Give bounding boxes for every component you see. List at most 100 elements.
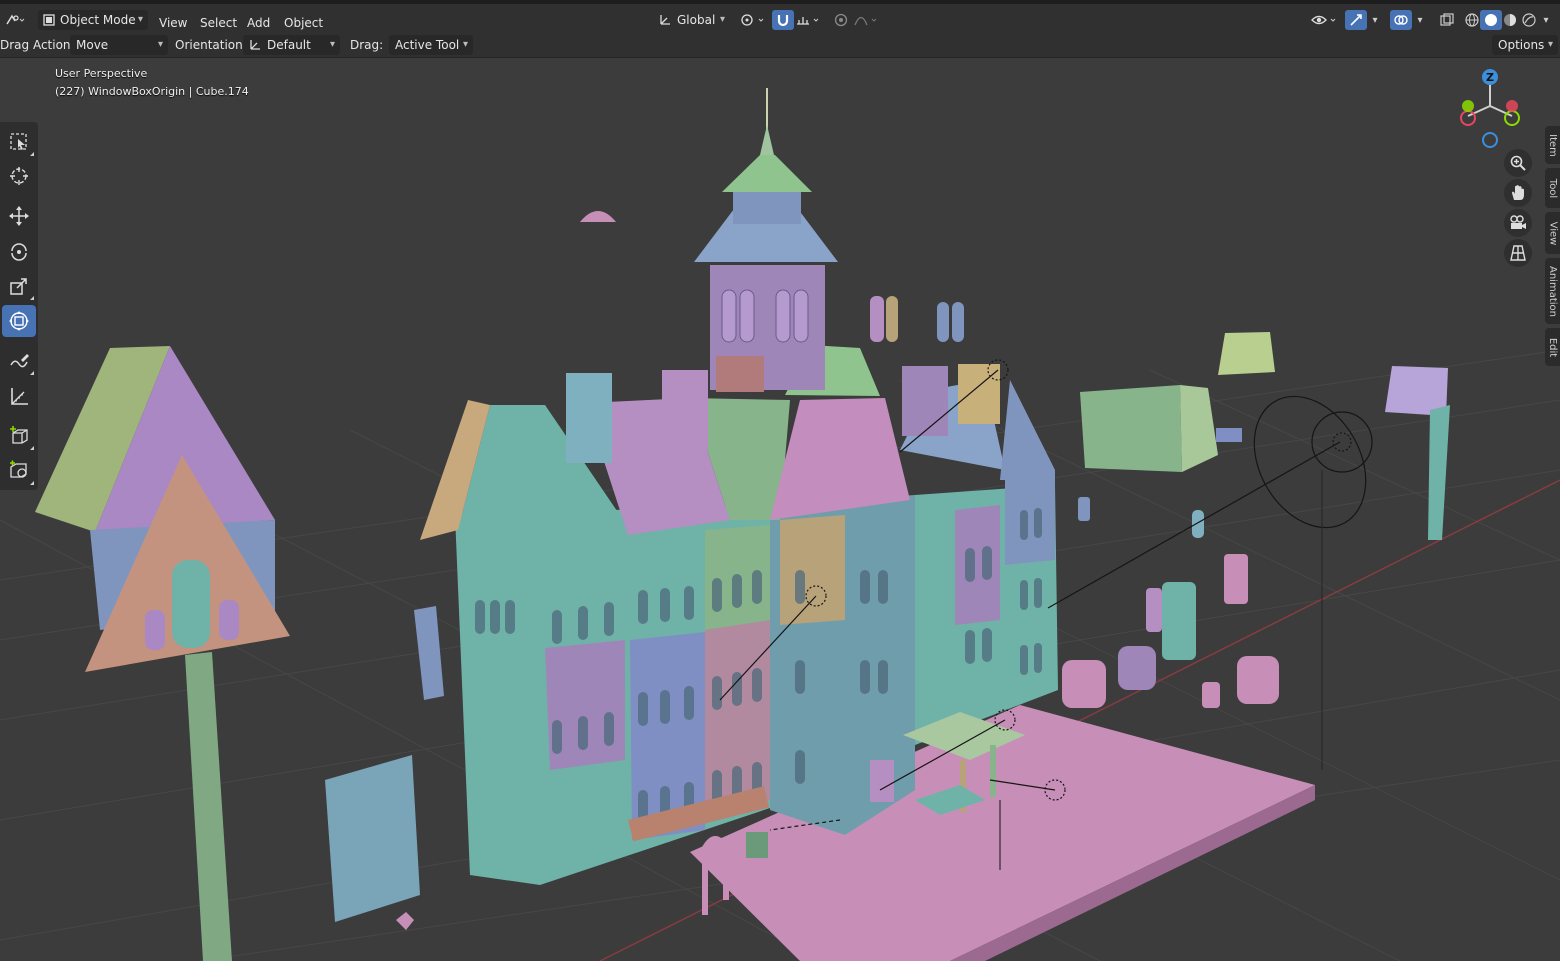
tool-add-object[interactable]: [2, 455, 36, 487]
rendered-sphere-icon: [1522, 13, 1536, 27]
xray-toggle-button[interactable]: [1436, 10, 1458, 30]
tab-edit-label: Edit: [1547, 337, 1558, 357]
falloff-curve-icon: [854, 16, 877, 26]
prop-green-panel: [1218, 332, 1275, 375]
tool-shelf: [0, 122, 38, 490]
zoom-icon: [1510, 155, 1526, 171]
porch-column: [990, 745, 996, 797]
tower-spire-tip: [760, 125, 774, 155]
grid-perspective-icon: [1510, 245, 1526, 261]
rotate-icon: [11, 243, 27, 261]
tool-move[interactable]: [2, 200, 36, 232]
gizmo-icon: [1350, 14, 1362, 26]
orientation-value: Default: [267, 38, 311, 52]
prop-tomb: [1162, 582, 1196, 660]
menu-view[interactable]: View: [159, 15, 187, 31]
menu-object[interactable]: Object: [284, 15, 323, 31]
falloff-button[interactable]: [852, 10, 882, 30]
add-cube-icon: [10, 426, 28, 444]
magnet-icon: [777, 15, 789, 27]
prop-tomb: [1062, 660, 1106, 708]
editor-type-button[interactable]: [4, 10, 26, 30]
options-dropdown[interactable]: Options ▾: [1492, 35, 1558, 55]
prop-tomb: [1192, 510, 1204, 538]
tab-view-label: View: [1547, 221, 1559, 245]
prop-tomb: [1078, 497, 1090, 521]
overlays-toggle-button[interactable]: [1390, 10, 1412, 30]
camera-view-button[interactable]: [1504, 209, 1532, 237]
tool-scale[interactable]: [2, 270, 36, 302]
gizmo-z-neg[interactable]: [1482, 132, 1498, 148]
tool-transform[interactable]: [2, 305, 36, 337]
proportional-editing-button[interactable]: [830, 10, 852, 30]
prop-tomb: [1224, 554, 1248, 604]
menu-add[interactable]: Add: [247, 15, 270, 31]
measure-ruler-icon: [11, 388, 28, 405]
tool-add-cube[interactable]: [2, 420, 36, 452]
tab-edit[interactable]: Edit: [1545, 328, 1560, 366]
building-front-wall-tan: [780, 515, 845, 625]
select-box-icon: [10, 133, 27, 150]
gizmo-x-neg[interactable]: [1462, 100, 1474, 112]
chevron-down-icon: ▾: [462, 39, 468, 50]
3d-viewport[interactable]: User Perspective (227) WindowBoxOrigin |…: [0, 58, 1560, 961]
shading-dropdown[interactable]: ▾: [1538, 10, 1554, 30]
chevron-down-icon: ▾: [719, 14, 725, 25]
gizmo-x-axis[interactable]: [1460, 110, 1476, 126]
drag-label: Drag:: [350, 38, 384, 52]
shading-rendered-button[interactable]: [1518, 10, 1540, 30]
pan-button[interactable]: [1504, 179, 1532, 207]
chimney-small: [886, 296, 898, 342]
visibility-button[interactable]: [1309, 10, 1341, 30]
pivot-point-button[interactable]: [738, 10, 768, 30]
tool-cursor[interactable]: [2, 160, 36, 192]
drag-action-value: Move: [76, 38, 109, 52]
tab-tool-label: Tool: [1547, 178, 1558, 198]
proportional-edit-icon: [834, 13, 848, 27]
tool-annotate[interactable]: [2, 345, 36, 377]
mode-label: Object Mode: [60, 13, 136, 27]
transform-orientation-dropdown[interactable]: Global ▾: [655, 10, 730, 30]
left-house-post: [185, 652, 232, 961]
zoom-button[interactable]: [1504, 149, 1532, 177]
editor-type-icon: [6, 14, 25, 25]
snap-toggle-button[interactable]: [772, 10, 794, 30]
tower-cap: [722, 155, 812, 192]
perspective-toggle-button[interactable]: [1504, 239, 1532, 267]
solid-sphere-icon: [1485, 14, 1497, 26]
tool-select-box[interactable]: [2, 126, 36, 158]
tab-animation-label: Animation: [1547, 265, 1559, 317]
gizmos-dropdown[interactable]: ▾: [1367, 10, 1383, 30]
prop-tomb: [1237, 656, 1279, 704]
object-mode-icon: [43, 14, 55, 26]
orientation-label: Global: [677, 13, 716, 27]
gizmos-toggle-button[interactable]: [1345, 10, 1367, 30]
menu-select[interactable]: Select: [200, 15, 237, 31]
navigation-gizmo[interactable]: Z: [1455, 66, 1525, 152]
prop-sign-post: [1428, 405, 1450, 540]
mode-dropdown[interactable]: Object Mode ▾: [38, 10, 148, 30]
view-name: User Perspective: [55, 67, 148, 80]
tab-tool[interactable]: Tool: [1545, 168, 1560, 208]
tower-base-brown: [716, 356, 764, 392]
drag-action-dropdown[interactable]: Move ▾: [70, 35, 168, 55]
overlays-dropdown[interactable]: ▾: [1412, 10, 1428, 30]
prop-tomb: [1146, 588, 1162, 632]
tool-rotate[interactable]: [2, 235, 36, 267]
annotate-pencil-icon: [10, 354, 29, 368]
drag-dropdown[interactable]: Active Tool ▾: [389, 35, 473, 55]
orientation-dropdown[interactable]: Default ▾: [243, 35, 340, 55]
tab-item[interactable]: Item: [1545, 126, 1560, 164]
tab-view[interactable]: View: [1545, 212, 1560, 254]
scale-icon: [10, 278, 27, 295]
gizmo-y-axis[interactable]: [1504, 110, 1520, 126]
tool-measure[interactable]: [2, 380, 36, 412]
tool-settings-bar: Drag Action: Move ▾ Orientation: Default…: [0, 34, 1560, 58]
tab-animation[interactable]: Animation: [1545, 258, 1560, 324]
prop-green-box: [1080, 385, 1182, 472]
snap-target-button[interactable]: [794, 10, 824, 30]
chevron-down-icon: ▾: [1417, 14, 1423, 26]
tower-lantern: [733, 192, 801, 224]
gizmo-y-neg[interactable]: [1506, 100, 1518, 112]
drag-value: Active Tool: [395, 38, 460, 52]
